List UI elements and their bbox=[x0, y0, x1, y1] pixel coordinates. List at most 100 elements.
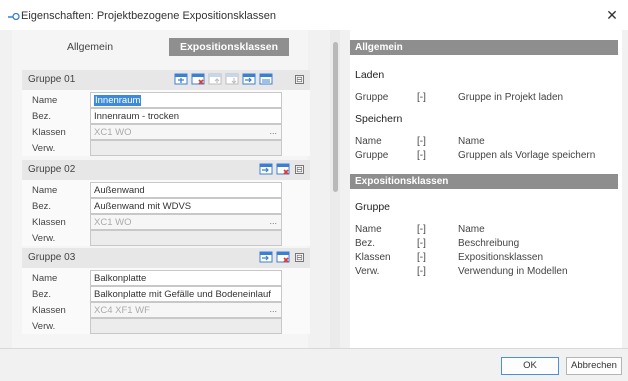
klassen-field[interactable]: XC1 WO... bbox=[90, 124, 282, 140]
name-field[interactable]: Balkonplatte bbox=[90, 270, 282, 286]
name-field[interactable]: Innenraum bbox=[90, 92, 282, 108]
help-desc: Name bbox=[458, 224, 485, 235]
help-row: Name [-] Name bbox=[350, 136, 618, 150]
row-bez: Bez. Balkonplatte mit Gefälle und Bodene… bbox=[22, 286, 310, 302]
app-icon bbox=[8, 12, 20, 21]
row-bez: Bez. Außenwand mit WDVS bbox=[22, 198, 310, 214]
group-toolbar bbox=[174, 73, 273, 87]
help-desc: Gruppe in Projekt laden bbox=[458, 92, 564, 103]
help-desc: Expositionsklassen bbox=[458, 252, 544, 263]
load-group-icon[interactable] bbox=[259, 163, 273, 176]
help-param: Klassen bbox=[355, 252, 391, 263]
load-group-icon[interactable] bbox=[259, 251, 273, 264]
help-row: Verw. [-] Verwendung in Modellen bbox=[350, 266, 618, 280]
help-param: Name bbox=[355, 136, 382, 147]
group-body: Name Außenwand Bez. Außenwand mit WDVS K… bbox=[22, 180, 310, 246]
dialog-footer: OK Abbrechen bbox=[0, 348, 628, 381]
row-label: Name bbox=[32, 273, 58, 284]
help-param: Bez. bbox=[355, 238, 376, 249]
collapse-icon[interactable]: ⊟ bbox=[295, 253, 304, 262]
row-label: Bez. bbox=[32, 289, 52, 300]
row-label: Name bbox=[32, 95, 58, 106]
group-02: Gruppe 02 ⊟ Name Außenwand Bez. Außenwan… bbox=[22, 160, 310, 246]
help-param: Gruppe bbox=[355, 92, 389, 103]
delete-row-icon[interactable] bbox=[276, 251, 290, 264]
group-header: Gruppe 01 ⊟ bbox=[22, 70, 310, 90]
help-heading-laden: Laden bbox=[355, 69, 385, 81]
help-section-expositionsklassen: Expositionsklassen bbox=[350, 174, 618, 189]
row-label: Verw. bbox=[32, 143, 56, 154]
help-section-allgemein: Allgemein bbox=[350, 40, 618, 55]
klassen-value: XC1 WO bbox=[94, 127, 132, 138]
tab-bar: Allgemein Expositionsklassen bbox=[12, 38, 306, 56]
group-header: Gruppe 02 ⊟ bbox=[22, 160, 310, 180]
row-klassen: Klassen XC1 WO... bbox=[22, 124, 310, 140]
bez-field[interactable]: Innenraum - trocken bbox=[90, 108, 282, 124]
bez-field[interactable]: Außenwand mit WDVS bbox=[90, 198, 282, 214]
ok-button[interactable]: OK bbox=[501, 357, 559, 375]
help-unit: [-] bbox=[417, 266, 426, 277]
row-name: Name Außenwand bbox=[22, 182, 310, 198]
help-desc: Beschreibung bbox=[458, 238, 520, 249]
help-desc: Verwendung in Modellen bbox=[458, 266, 568, 277]
row-label: Name bbox=[32, 185, 58, 196]
ellipsis-button[interactable]: ... bbox=[269, 126, 277, 136]
row-label: Klassen bbox=[32, 127, 66, 138]
help-param: Gruppe bbox=[355, 150, 389, 161]
close-icon[interactable]: ✕ bbox=[604, 7, 620, 23]
load-group-icon[interactable] bbox=[242, 73, 256, 86]
help-unit: [-] bbox=[417, 136, 426, 147]
verw-field bbox=[90, 230, 282, 246]
row-verw: Verw. bbox=[22, 230, 310, 246]
save-group-icon[interactable] bbox=[259, 73, 273, 86]
row-name: Name Balkonplatte bbox=[22, 270, 310, 286]
help-unit: [-] bbox=[417, 224, 426, 235]
klassen-value: XC1 WO bbox=[94, 217, 132, 228]
row-name: Name Innenraum bbox=[22, 92, 310, 108]
row-verw: Verw. bbox=[22, 140, 310, 156]
row-label: Klassen bbox=[32, 217, 66, 228]
help-row: Gruppe [-] Gruppen als Vorlage speichern bbox=[350, 150, 618, 164]
verw-field bbox=[90, 318, 282, 334]
collapse-icon[interactable]: ⊟ bbox=[295, 75, 304, 84]
delete-row-icon[interactable] bbox=[276, 163, 290, 176]
help-row: Klassen [-] Expositionsklassen bbox=[350, 252, 618, 266]
verw-field bbox=[90, 140, 282, 156]
vertical-scrollbar[interactable] bbox=[330, 30, 340, 348]
group-03: Gruppe 03 ⊟ Name Balkonplatte Bez. Balko… bbox=[22, 248, 310, 334]
help-row: Name [-] Name bbox=[350, 224, 618, 238]
move-up-icon bbox=[208, 73, 222, 85]
group-name: Gruppe 03 bbox=[28, 252, 76, 263]
group-toolbar bbox=[259, 163, 290, 177]
help-desc: Gruppen als Vorlage speichern bbox=[458, 150, 596, 161]
tab-expositionsklassen[interactable]: Expositionsklassen bbox=[169, 38, 289, 56]
name-field[interactable]: Außenwand bbox=[90, 182, 282, 198]
ellipsis-button[interactable]: ... bbox=[269, 216, 277, 226]
help-param: Name bbox=[355, 224, 382, 235]
cancel-button[interactable]: Abbrechen bbox=[566, 357, 622, 375]
row-verw: Verw. bbox=[22, 318, 310, 334]
klassen-field[interactable]: XC1 WO... bbox=[90, 214, 282, 230]
scroll-thumb[interactable] bbox=[333, 42, 338, 192]
help-pane: Allgemein Laden Gruppe [-] Gruppe in Pro… bbox=[350, 30, 622, 348]
add-row-icon[interactable] bbox=[174, 73, 188, 86]
row-label: Klassen bbox=[32, 305, 66, 316]
group-name: Gruppe 01 bbox=[28, 74, 76, 85]
tab-allgemein[interactable]: Allgemein bbox=[30, 38, 150, 56]
help-desc: Name bbox=[458, 136, 485, 147]
delete-row-icon[interactable] bbox=[191, 73, 205, 86]
row-label: Bez. bbox=[32, 111, 52, 122]
help-unit: [-] bbox=[417, 150, 426, 161]
row-label: Bez. bbox=[32, 201, 52, 212]
group-name: Gruppe 02 bbox=[28, 164, 76, 175]
group-body: Name Balkonplatte Bez. Balkonplatte mit … bbox=[22, 268, 310, 334]
collapse-icon[interactable]: ⊟ bbox=[295, 165, 304, 174]
klassen-field[interactable]: XC4 XF1 WF... bbox=[90, 302, 282, 318]
move-down-icon bbox=[225, 73, 239, 85]
row-klassen: Klassen XC4 XF1 WF... bbox=[22, 302, 310, 318]
ellipsis-button[interactable]: ... bbox=[269, 304, 277, 314]
properties-dialog: Eigenschaften: Projektbezogene Expositio… bbox=[0, 0, 628, 381]
bez-field[interactable]: Balkonplatte mit Gefälle und Bodeneinlau… bbox=[90, 286, 282, 302]
row-label: Verw. bbox=[32, 321, 56, 332]
row-klassen: Klassen XC1 WO... bbox=[22, 214, 310, 230]
